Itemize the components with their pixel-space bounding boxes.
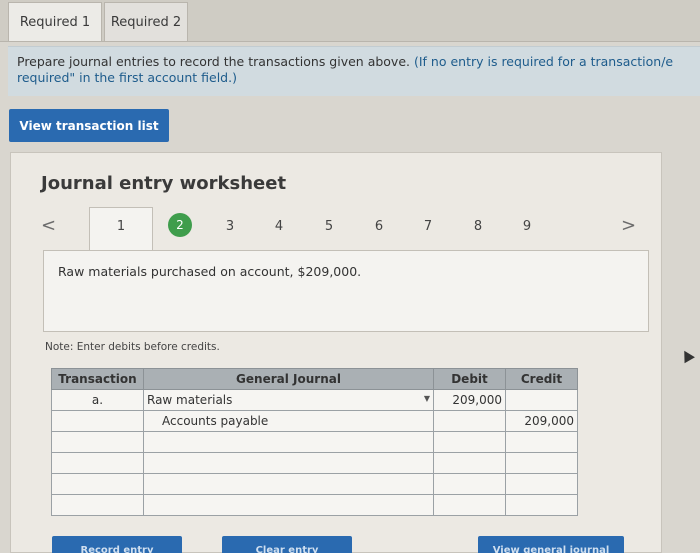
- instructions-main: Prepare journal entries to record the tr…: [17, 54, 410, 69]
- transaction-cell: [51, 473, 144, 495]
- instructions-line2: required" in the first account field.): [17, 70, 237, 85]
- step-7[interactable]: 7: [418, 219, 438, 234]
- account-select[interactable]: [143, 431, 434, 453]
- step-9[interactable]: 9: [517, 219, 537, 234]
- debit-input[interactable]: [433, 410, 506, 432]
- view-general-journal-button[interactable]: View general journal: [478, 536, 624, 553]
- credit-input[interactable]: [505, 494, 578, 516]
- debits-before-credits-note: Note: Enter debits before credits.: [45, 341, 220, 353]
- transaction-cell: [51, 410, 144, 432]
- tab-required-2[interactable]: Required 2: [104, 2, 188, 42]
- credit-input[interactable]: [505, 389, 578, 411]
- step-3[interactable]: 3: [220, 219, 240, 234]
- table-row: [51, 452, 578, 474]
- record-entry-button[interactable]: Record entry: [52, 536, 182, 553]
- transaction-cell: a.: [51, 389, 144, 411]
- transaction-description: Raw materials purchased on account, $209…: [58, 264, 362, 279]
- account-select[interactable]: [143, 473, 434, 495]
- table-row: Accounts payable 209,000: [51, 410, 578, 432]
- worksheet-title: Journal entry worksheet: [41, 173, 287, 194]
- previous-step-arrow-icon[interactable]: <: [41, 215, 56, 236]
- debit-input[interactable]: 209,000: [433, 389, 506, 411]
- step-5[interactable]: 5: [319, 219, 339, 234]
- tab-required-1[interactable]: Required 1: [8, 2, 102, 42]
- table-row: [51, 431, 578, 453]
- credit-input[interactable]: [505, 473, 578, 495]
- step-4[interactable]: 4: [269, 219, 289, 234]
- credit-input[interactable]: [505, 452, 578, 474]
- credit-input[interactable]: [505, 431, 578, 453]
- table-row: [51, 494, 578, 516]
- step-6[interactable]: 6: [369, 219, 389, 234]
- tab-divider: [0, 41, 700, 42]
- transaction-cell: [51, 494, 144, 516]
- debit-input[interactable]: [433, 452, 506, 474]
- view-transaction-list-button[interactable]: View transaction list: [9, 109, 169, 142]
- transaction-cell: [51, 431, 144, 453]
- journal-entry-worksheet-panel: Journal entry worksheet < > 1 2 3 4 5 6 …: [10, 152, 662, 553]
- transaction-cell: [51, 452, 144, 474]
- header-general-journal: General Journal: [143, 368, 434, 390]
- account-select[interactable]: [143, 494, 434, 516]
- header-transaction: Transaction: [51, 368, 144, 390]
- account-select[interactable]: Accounts payable: [143, 410, 434, 432]
- table-row: [51, 473, 578, 495]
- instructions-note: (If no entry is required for a transacti…: [413, 54, 674, 69]
- step-1[interactable]: 1: [111, 219, 131, 234]
- debit-input[interactable]: [433, 473, 506, 495]
- mouse-cursor-icon: [679, 347, 695, 364]
- debit-input[interactable]: [433, 431, 506, 453]
- account-value: Raw materials: [147, 393, 233, 407]
- header-credit: Credit: [505, 368, 578, 390]
- credit-input[interactable]: 209,000: [505, 410, 578, 432]
- account-select[interactable]: [143, 452, 434, 474]
- instructions-banner: Prepare journal entries to record the tr…: [8, 46, 700, 96]
- next-step-arrow-icon[interactable]: >: [621, 215, 636, 236]
- transaction-description-box: Raw materials purchased on account, $209…: [43, 250, 649, 332]
- clear-entry-button[interactable]: Clear entry: [222, 536, 352, 553]
- account-select[interactable]: Raw materials ▼: [143, 389, 434, 411]
- table-row: a. Raw materials ▼ 209,000: [51, 389, 578, 411]
- journal-entry-table: Transaction General Journal Debit Credit…: [51, 368, 578, 516]
- header-debit: Debit: [433, 368, 506, 390]
- debit-input[interactable]: [433, 494, 506, 516]
- step-2-active[interactable]: 2: [168, 213, 192, 237]
- step-8[interactable]: 8: [468, 219, 488, 234]
- dropdown-arrow-icon[interactable]: ▼: [424, 394, 430, 403]
- tab-bar: Required 1 Required 2: [0, 0, 700, 42]
